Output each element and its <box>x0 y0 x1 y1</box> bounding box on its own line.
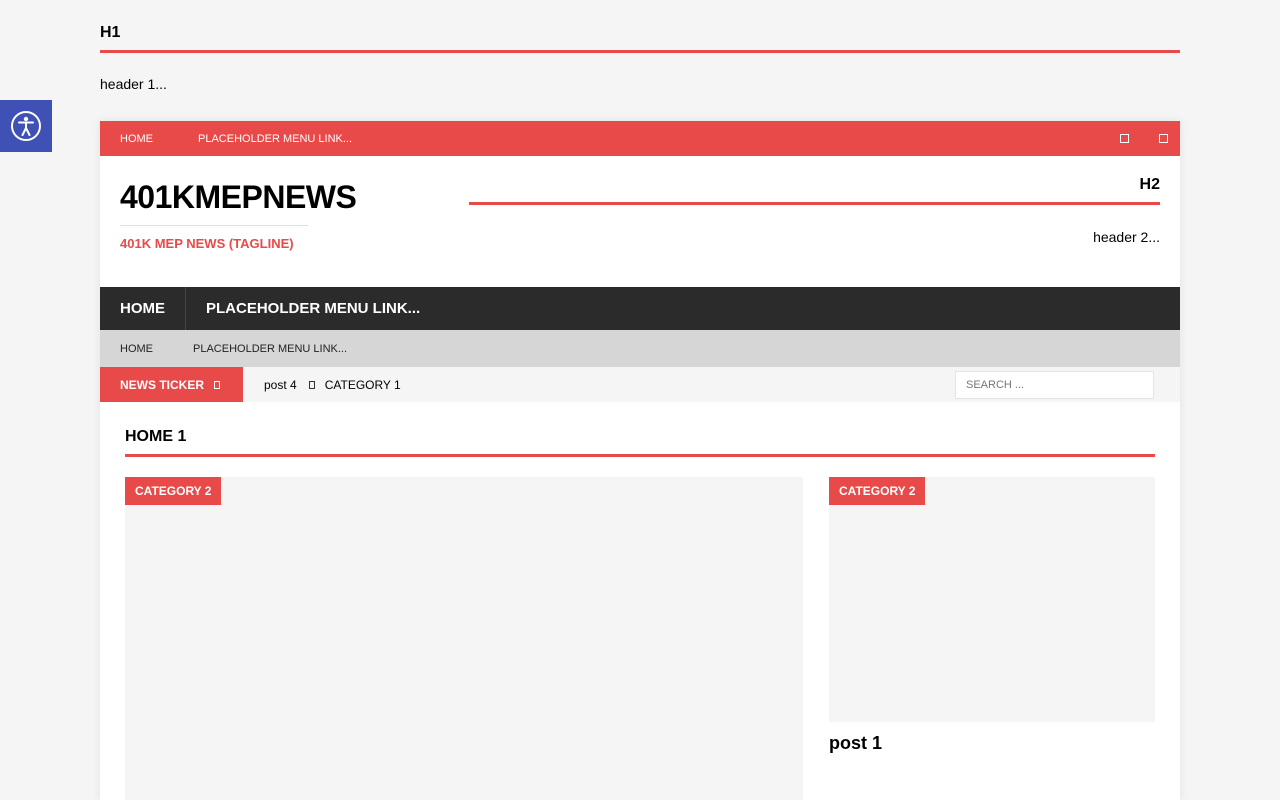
main-nav: HOME PLACEHOLDER MENU LINK... <box>100 287 1180 330</box>
top-bar-link-placeholder[interactable]: PLACEHOLDER MENU LINK... <box>198 133 352 145</box>
main-nav-home[interactable]: HOME <box>100 287 186 330</box>
header-widget: H2 header 2... <box>469 176 1160 245</box>
site-header: 401KMEPNEWS 401K MEP NEWS (TAGLINE) H2 h… <box>100 156 1180 287</box>
top-widget-title: H1 <box>100 24 1180 53</box>
square-icon <box>214 380 220 389</box>
main-nav-placeholder[interactable]: PLACEHOLDER MENU LINK... <box>186 287 440 330</box>
ticker-category-link[interactable]: CATEGORY 1 <box>325 378 401 392</box>
featured-posts: CATEGORY 2 CATEGORY 2 post 1 <box>125 477 1155 800</box>
top-widget: H1 header 1... <box>100 24 1180 92</box>
site-name[interactable]: 401KMEPNEWS <box>120 179 357 216</box>
site-tagline: 401K MEP NEWS (TAGLINE) <box>120 236 294 251</box>
site-logo[interactable]: 401KMEPNEWS 401K MEP NEWS (TAGLINE) <box>120 179 357 251</box>
ticker-post-link[interactable]: post 4 <box>264 378 297 392</box>
featured-side-image[interactable]: CATEGORY 2 <box>829 477 1155 722</box>
search-input[interactable] <box>955 371 1154 399</box>
site-container: HOME PLACEHOLDER MENU LINK... 401KMEPNEW… <box>100 121 1180 800</box>
square-icon[interactable] <box>1159 134 1168 143</box>
ticker-items: post 4 CATEGORY 1 <box>264 378 401 392</box>
sub-nav-placeholder[interactable]: PLACEHOLDER MENU LINK... <box>193 343 347 355</box>
top-bar-link-home[interactable]: HOME <box>120 133 153 145</box>
header-widget-title: H2 <box>469 176 1160 205</box>
main-content: HOME 1 CATEGORY 2 CATEGORY 2 post 1 <box>100 428 1180 800</box>
square-icon <box>308 380 315 389</box>
ticker-label-text: NEWS TICKER <box>120 377 204 392</box>
top-bar-icons <box>1090 121 1168 156</box>
square-icon[interactable] <box>1120 134 1129 143</box>
logo-divider <box>120 225 308 226</box>
section-title: HOME 1 <box>125 428 1155 457</box>
featured-main-image[interactable]: CATEGORY 2 <box>125 477 803 800</box>
sub-nav: HOME PLACEHOLDER MENU LINK... <box>100 330 1180 367</box>
sub-nav-home[interactable]: HOME <box>120 343 153 355</box>
news-ticker: NEWS TICKER post 4 CATEGORY 1 <box>100 367 1180 402</box>
top-widget-text: header 1... <box>100 76 167 92</box>
header-widget-text: header 2... <box>1093 229 1160 245</box>
category-badge[interactable]: CATEGORY 2 <box>125 477 222 505</box>
top-bar: HOME PLACEHOLDER MENU LINK... <box>100 121 1180 156</box>
category-badge[interactable]: CATEGORY 2 <box>829 477 926 505</box>
ticker-label: NEWS TICKER <box>100 367 243 402</box>
accessibility-button[interactable] <box>0 100 52 152</box>
featured-side-title[interactable]: post 1 <box>829 733 882 754</box>
accessibility-icon <box>11 111 41 141</box>
